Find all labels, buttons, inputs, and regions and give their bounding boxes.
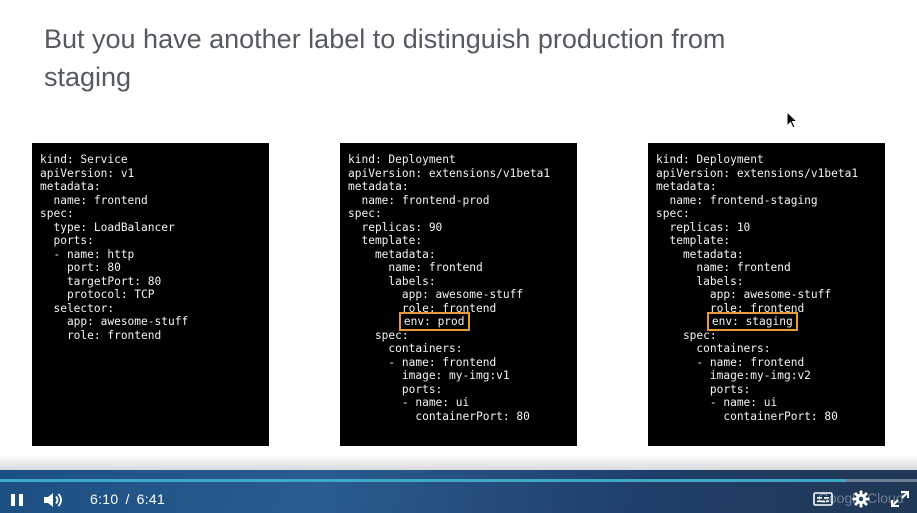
code-line: labels:	[656, 274, 744, 288]
code-line: app: awesome-stuff	[348, 288, 524, 301]
code-line: metadata:	[656, 247, 744, 261]
code-line: kind: Service	[40, 153, 128, 166]
highlighted-env-label: env: staging	[706, 312, 798, 331]
pause-icon[interactable]	[8, 491, 26, 509]
code-line: containerPort: 80	[348, 409, 530, 423]
code-line: kind: Deployment	[656, 153, 764, 166]
code-line: env: staging	[656, 312, 877, 331]
slide-title-line-1: But you have another label to distinguis…	[44, 24, 726, 54]
code-line: - name: frontend	[348, 355, 497, 369]
duration: 6:41	[136, 491, 166, 507]
current-time: 6:10	[90, 491, 119, 507]
code-line: role: frontend	[348, 301, 497, 315]
code-line: ports:	[348, 382, 443, 396]
code-line: replicas: 90	[348, 220, 443, 234]
code-line: app: awesome-stuff	[656, 288, 832, 301]
gear-icon[interactable]	[851, 489, 871, 509]
code-line: metadata:	[348, 180, 409, 193]
code-line: spec:	[348, 328, 409, 342]
code-line: role: frontend	[656, 301, 805, 315]
slide-title: But you have another label to distinguis…	[44, 20, 824, 96]
code-line: name: frontend-prod	[348, 193, 490, 207]
code-line: name: frontend	[656, 261, 791, 274]
code-line: app: awesome-stuff	[40, 315, 189, 328]
progress-bar[interactable]	[0, 479, 917, 482]
code-line: - name: http	[40, 247, 135, 261]
code-line: targetPort: 80	[40, 274, 162, 288]
code-line: - name: ui	[348, 396, 470, 409]
volume-icon[interactable]	[42, 490, 66, 510]
highlighted-env-label: env: prod	[398, 312, 470, 331]
code-line: ports:	[40, 234, 94, 247]
code-line: spec:	[656, 328, 717, 342]
code-line: spec:	[348, 207, 382, 220]
code-line: - name: frontend	[656, 355, 805, 369]
code-line: labels:	[348, 274, 436, 288]
captions-icon[interactable]	[812, 490, 834, 508]
code-line: metadata:	[348, 247, 436, 261]
code-line: metadata:	[656, 180, 717, 193]
code-line: kind: Deployment	[348, 153, 456, 166]
code-line: spec:	[40, 207, 74, 220]
mouse-cursor-icon	[786, 111, 799, 129]
code-line: port: 80	[40, 261, 121, 274]
code-line: containers:	[348, 342, 463, 355]
slide-title-line-2: staging	[44, 62, 132, 92]
code-line: - name: ui	[656, 396, 778, 409]
code-line: name: frontend	[348, 261, 483, 274]
code-line: ports:	[656, 382, 751, 396]
code-panel-service: kind: Service apiVersion: v1 metadata: nam…	[32, 143, 269, 446]
code-line: template:	[348, 234, 423, 247]
fullscreen-icon[interactable]	[890, 490, 910, 508]
code-line: template:	[656, 234, 731, 247]
time-display: 6:10 / 6:41	[90, 491, 165, 507]
code-line: apiVersion: extensions/v1beta1	[656, 166, 859, 180]
code-line: metadata:	[40, 180, 101, 193]
code-line: replicas: 10	[656, 220, 751, 234]
code-line: protocol: TCP	[40, 288, 155, 301]
code-line: apiVersion: extensions/v1beta1	[348, 166, 551, 180]
progress-bar-fill	[0, 479, 847, 482]
code-line: apiVersion: v1	[40, 166, 135, 180]
code-line: type: LoadBalancer	[40, 220, 175, 234]
code-panel-deployment-staging: kind: Deployment apiVersion: extensions/v…	[648, 143, 885, 446]
code-line: spec:	[656, 207, 690, 220]
code-line: name: frontend-staging	[656, 193, 818, 207]
code-line: name: frontend	[40, 193, 148, 207]
code-line: image:my-img:v2	[656, 369, 811, 382]
code-line: env: prod	[348, 312, 569, 331]
code-line: image: my-img:v1	[348, 369, 510, 382]
code-line: containerPort: 80	[656, 409, 838, 423]
slide: But you have another label to distinguis…	[0, 0, 917, 513]
code-line: selector:	[40, 301, 115, 315]
code-line: role: frontend	[40, 328, 162, 342]
code-line: containers:	[656, 342, 771, 355]
time-separator: /	[125, 491, 130, 507]
code-panel-deployment-prod: kind: Deployment apiVersion: extensions/v…	[340, 143, 577, 446]
